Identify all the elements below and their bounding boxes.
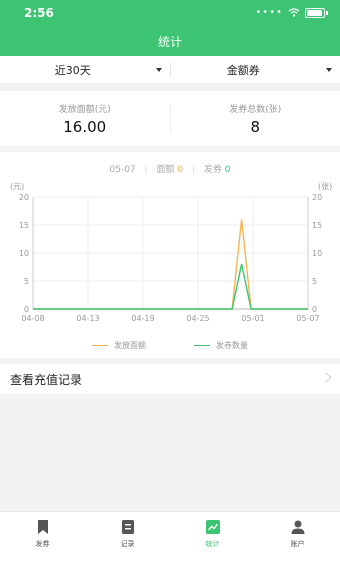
y-tick-left: 10 xyxy=(19,249,29,258)
chart-legend: 发放面额 发券数量 xyxy=(0,340,340,351)
caret-down-icon xyxy=(155,68,162,72)
legend-count-label: 发券数量 xyxy=(216,341,248,350)
period-dropdown[interactable]: 近30天 xyxy=(0,56,170,83)
y-tick-left: 5 xyxy=(24,277,29,286)
status-time: 2:56 xyxy=(24,6,54,20)
x-tick-label: 04-25 xyxy=(186,314,209,323)
y-axis-label-left: (元) xyxy=(10,182,24,191)
legend-line-green xyxy=(194,345,210,346)
battery-tip xyxy=(326,10,328,15)
y-tick-right: 5 xyxy=(312,277,317,286)
stat-count-value: 8 xyxy=(250,118,261,136)
x-tick-label: 05-07 xyxy=(296,314,319,323)
list-icon xyxy=(121,520,134,534)
metric-dropdown[interactable]: 金额券 xyxy=(171,56,340,83)
stat-amount-label: 发放面额(元) xyxy=(58,105,111,115)
series-line-0 xyxy=(33,219,308,310)
tab-account-label: 账户 xyxy=(290,540,305,548)
y-tick-left: 0 xyxy=(24,305,29,314)
user-icon xyxy=(291,520,304,534)
bookmark-icon xyxy=(37,520,48,534)
x-tick-label: 04-19 xyxy=(131,314,154,323)
x-tick-label: 04-08 xyxy=(21,314,44,323)
chart-icon xyxy=(205,520,220,534)
metric-label: 金额券 xyxy=(226,63,260,77)
legend-item-count[interactable]: 发券数量 xyxy=(194,340,248,351)
tab-stats[interactable]: 统计 xyxy=(170,512,255,566)
y-tick-right: 20 xyxy=(312,193,322,202)
status-icons: •••• xyxy=(255,7,328,18)
stat-amount: 发放面额(元) 16.00 xyxy=(0,91,170,146)
y-tick-right: 10 xyxy=(312,249,322,258)
series-line-1 xyxy=(33,264,308,310)
tab-account[interactable]: 账户 xyxy=(255,512,340,566)
stat-count: 发券总数(张) 8 xyxy=(171,91,340,146)
tab-records[interactable]: 记录 xyxy=(85,512,170,566)
x-tick-label: 04-13 xyxy=(76,314,99,323)
battery-icon xyxy=(305,7,325,18)
tab-stats-label: 统计 xyxy=(205,540,220,548)
chevron-right-icon xyxy=(321,372,332,383)
y-tick-right: 0 xyxy=(312,305,317,314)
y-axis-label-right: (张) xyxy=(318,182,332,191)
stat-count-label: 发券总数(张) xyxy=(229,105,282,115)
period-label: 近30天 xyxy=(54,63,91,77)
tab-records-label: 记录 xyxy=(120,540,135,548)
legend-amount-label: 发放面额 xyxy=(114,341,146,350)
y-tick-left: 15 xyxy=(19,221,29,230)
caret-down-icon xyxy=(326,68,332,72)
signal-icon: •••• xyxy=(255,7,283,18)
chart-card: 05-07 | 面额 0 | 发券 0 0 0 5 5 10 10 15 15 20 20 04-0… xyxy=(0,152,340,358)
y-tick-left: 20 xyxy=(19,193,29,202)
wifi-icon xyxy=(288,8,300,17)
tab-issue-label: 发券 xyxy=(35,540,50,548)
page-title: 统计 xyxy=(157,35,182,49)
x-tick-label: 05-01 xyxy=(241,314,264,323)
tab-issue[interactable]: 发券 xyxy=(0,512,85,566)
line-chart[interactable]: 0 0 5 5 10 10 15 15 20 20 04-08 04-13 04-19 04-25 05-0… xyxy=(0,152,340,332)
filter-bar: 近30天 金额券 xyxy=(0,56,340,84)
header: 2:56 •••• 统计 xyxy=(0,0,340,56)
stats-summary: 发放面额(元) 16.00 发券总数(张) 8 xyxy=(0,91,340,146)
recharge-records-link[interactable]: 查看充值记录 xyxy=(0,364,340,394)
legend-item-amount[interactable]: 发放面额 xyxy=(92,340,146,351)
y-tick-right: 15 xyxy=(312,221,322,230)
legend-line-orange xyxy=(92,345,108,346)
recharge-records-label: 查看充值记录 xyxy=(10,372,83,387)
stat-amount-value: 16.00 xyxy=(63,118,107,136)
tab-bar: 发券 记录 统计 账户 xyxy=(0,511,340,566)
